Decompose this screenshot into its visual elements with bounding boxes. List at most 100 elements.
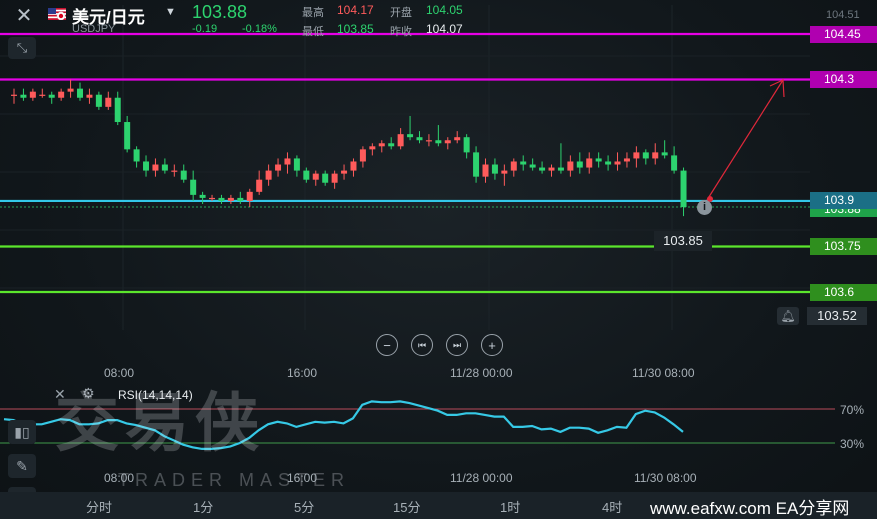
candle-body bbox=[520, 161, 527, 165]
candle-body bbox=[67, 88, 74, 92]
tab-timeframe[interactable]: 4时 bbox=[602, 497, 622, 516]
collapse-icon[interactable]: ⤡ bbox=[8, 37, 36, 59]
candle-body bbox=[284, 158, 291, 165]
candle-body bbox=[482, 164, 489, 177]
current-price: 103.88 bbox=[192, 2, 248, 22]
low-value: 103.85 bbox=[337, 22, 374, 36]
candle-body bbox=[623, 158, 630, 162]
candle-body bbox=[680, 170, 687, 208]
candle-body bbox=[359, 149, 366, 162]
low-label: 最低 bbox=[302, 26, 324, 38]
candle-body bbox=[642, 152, 649, 159]
hline-label-104-3[interactable]: 104.3 bbox=[810, 71, 877, 88]
time-axis-label: 11/30 08:00 bbox=[634, 471, 697, 485]
candle-body bbox=[293, 158, 300, 171]
time-axis-label: 16:00 bbox=[287, 471, 318, 485]
candle-body bbox=[322, 173, 329, 183]
chart-grid bbox=[0, 5, 810, 330]
watermark-logo: 交易侠 bbox=[55, 387, 265, 459]
candle-body bbox=[407, 134, 414, 138]
candle-body bbox=[39, 94, 46, 96]
candle-body bbox=[425, 140, 432, 142]
chevron-down-icon[interactable]: ▼ bbox=[165, 6, 176, 18]
candle-body bbox=[133, 149, 140, 162]
candle-body bbox=[11, 94, 17, 96]
tab-timeframe[interactable]: 1分 bbox=[193, 497, 213, 516]
hline-label-103-6[interactable]: 103.6 bbox=[810, 284, 877, 301]
candle-body bbox=[180, 170, 187, 180]
candle-body bbox=[171, 170, 178, 172]
jump-end-button[interactable]: ⏭ bbox=[446, 334, 468, 356]
candle-body bbox=[275, 164, 282, 171]
candlestick-icon[interactable]: ▮▯ bbox=[8, 420, 36, 444]
candle-body bbox=[237, 197, 244, 201]
hline-label-103-75[interactable]: 103.75 bbox=[810, 238, 877, 255]
candle-body bbox=[209, 197, 216, 200]
candle-body bbox=[539, 167, 546, 171]
candle-body bbox=[595, 158, 602, 162]
candle-body bbox=[105, 97, 112, 107]
candle-body bbox=[529, 164, 536, 168]
jump-start-button[interactable]: ⏮ bbox=[411, 334, 433, 356]
candle-body bbox=[671, 155, 678, 171]
tab-timeframe[interactable]: 15分 bbox=[393, 497, 420, 516]
site-watermark: www.eafxw.com EA分享网 bbox=[650, 499, 850, 518]
open-label: 开盘 bbox=[390, 7, 412, 19]
symbol-code: USDJPY bbox=[72, 23, 116, 35]
candle-body bbox=[124, 122, 131, 150]
prevclose-value: 104.07 bbox=[426, 22, 463, 36]
candle-body bbox=[444, 140, 451, 144]
time-axis-label: 11/28 00:00 bbox=[450, 366, 513, 380]
high-label: 最高 bbox=[302, 7, 324, 19]
candle-body bbox=[20, 94, 27, 98]
price-axis-top-label: 104.51 bbox=[826, 9, 860, 21]
time-axis-label: 11/30 08:00 bbox=[632, 366, 695, 380]
candle-body bbox=[350, 161, 357, 171]
zoom-out-button[interactable]: − bbox=[376, 334, 398, 356]
candle-body bbox=[501, 170, 508, 174]
price-change: -0.19 bbox=[192, 23, 218, 35]
close-icon[interactable]: ✕ bbox=[10, 4, 38, 27]
candle-body bbox=[86, 94, 93, 98]
candle-body bbox=[614, 161, 621, 165]
trend-arrow-line bbox=[706, 79, 784, 201]
alert-price[interactable]: 103.52 bbox=[807, 307, 867, 325]
candle-body bbox=[199, 194, 206, 198]
candle-body bbox=[388, 143, 395, 147]
candle-body bbox=[463, 137, 470, 153]
low-price-marker: 103.85 bbox=[654, 231, 712, 251]
rsi-upper-label: 70% bbox=[840, 403, 865, 417]
candle-body bbox=[265, 170, 272, 180]
bell-icon[interactable]: 🔔︎ bbox=[777, 307, 799, 325]
hline-label-104-45[interactable]: 104.45 bbox=[810, 26, 877, 43]
time-axis-label: 16:00 bbox=[287, 366, 318, 380]
tab-timeframe[interactable]: 分时 bbox=[86, 497, 112, 516]
candle-body bbox=[227, 197, 234, 201]
candle-body bbox=[58, 91, 65, 98]
candle-body bbox=[435, 140, 442, 144]
time-axis-label: 08:00 bbox=[104, 471, 135, 485]
candle-body bbox=[586, 158, 593, 168]
candle-body bbox=[48, 94, 55, 98]
candle-body bbox=[246, 191, 253, 201]
candle-body bbox=[303, 170, 310, 180]
us-flag-icon bbox=[48, 8, 66, 20]
candle-body bbox=[633, 152, 640, 159]
open-value: 104.05 bbox=[426, 3, 463, 17]
info-icon[interactable]: i bbox=[697, 200, 712, 215]
prevclose-label: 昨收 bbox=[390, 26, 412, 38]
candle-body bbox=[114, 97, 121, 123]
candlestick-series bbox=[11, 79, 687, 217]
tab-timeframe[interactable]: 5分 bbox=[294, 497, 314, 516]
tab-timeframe[interactable]: 1时 bbox=[500, 497, 520, 516]
hline-label-103-9[interactable]: 103.9 bbox=[810, 192, 877, 209]
candle-body bbox=[473, 152, 480, 177]
candle-body bbox=[256, 179, 263, 192]
pencil-icon[interactable]: ✎ bbox=[8, 454, 36, 478]
candle-body bbox=[605, 161, 612, 165]
candle-body bbox=[567, 161, 574, 171]
candle-body bbox=[143, 161, 150, 171]
candle-body bbox=[190, 179, 197, 195]
zoom-in-button[interactable]: + bbox=[481, 334, 503, 356]
candle-body bbox=[397, 134, 404, 147]
